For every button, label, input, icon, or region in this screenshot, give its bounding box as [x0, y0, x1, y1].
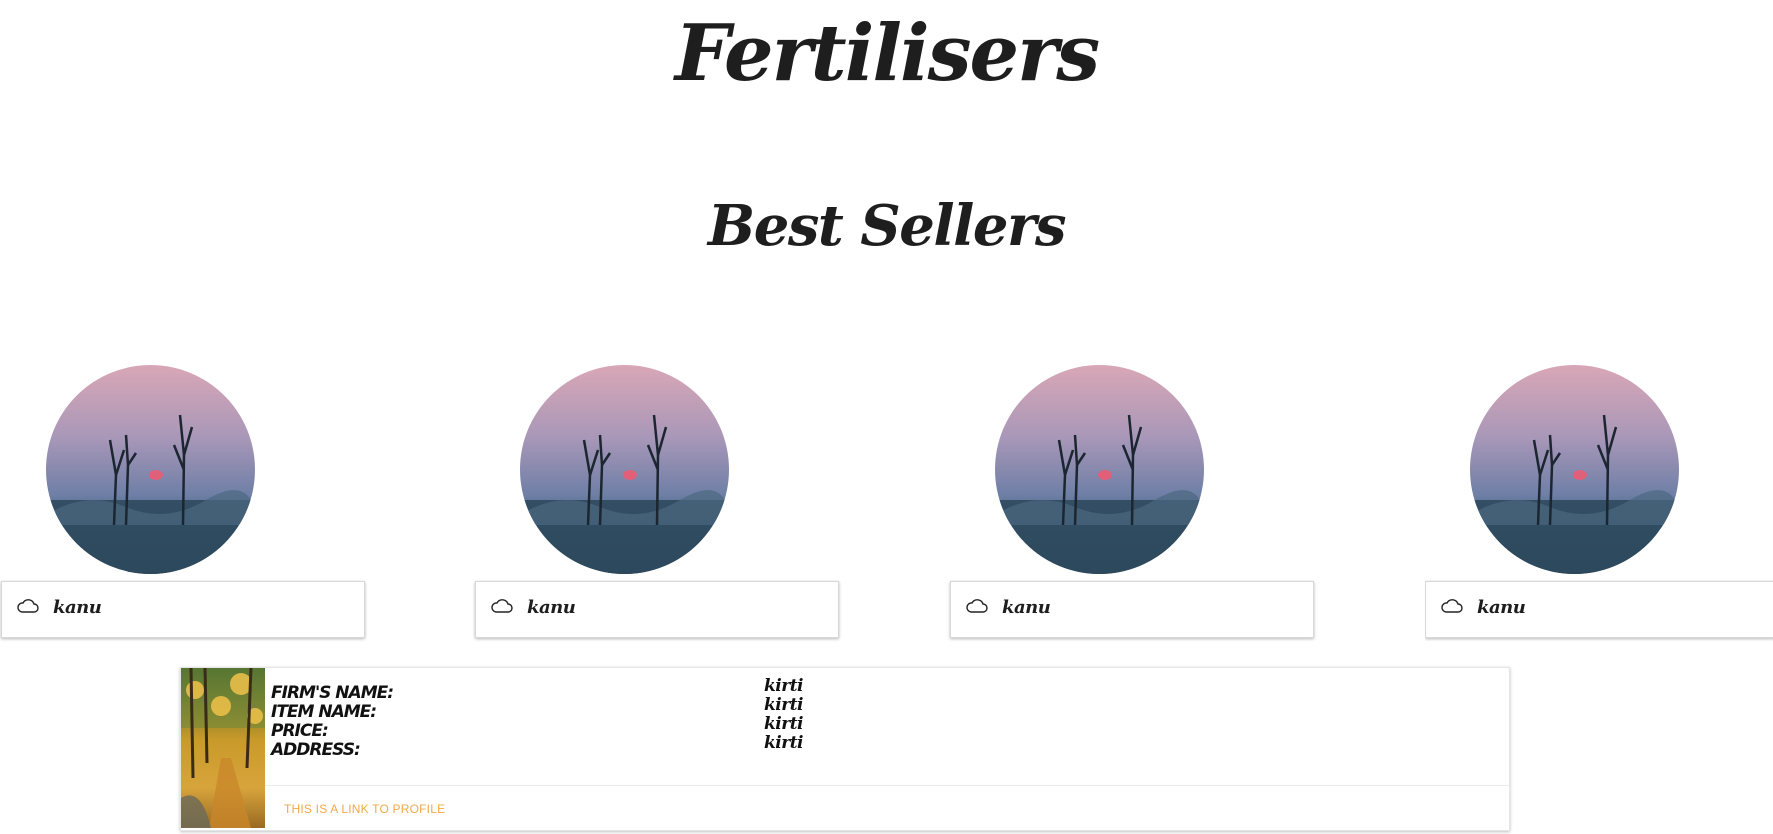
profile-labels: FIRM'S NAME: ITEM NAME: PRICE: ADDRESS:	[271, 684, 571, 760]
seller-image	[1470, 365, 1679, 574]
seller-image	[46, 365, 255, 574]
seller-name: kanu	[527, 597, 576, 618]
price-label: PRICE:	[271, 721, 329, 741]
best-seller-card[interactable]: kanu	[475, 365, 841, 641]
seller-caption[interactable]: kanu	[475, 581, 839, 638]
firm-name-value: kirti	[764, 676, 804, 696]
firm-name-label: FIRM'S NAME:	[271, 683, 394, 703]
seller-image	[995, 365, 1204, 574]
address-label: ADDRESS:	[271, 740, 361, 760]
price-value: kirti	[764, 714, 804, 734]
best-seller-card[interactable]: kanu	[1425, 365, 1773, 641]
seller-name: kanu	[1002, 597, 1051, 618]
cloud-icon	[491, 599, 513, 613]
page-title: Fertilisers	[674, 8, 1100, 99]
item-name-label: ITEM NAME:	[271, 702, 377, 722]
profile-image	[181, 668, 265, 828]
profile-values: kirti kirti kirti kirti	[764, 677, 884, 753]
item-name-value: kirti	[764, 695, 804, 715]
profile-link[interactable]: THIS IS A LINK TO PROFILE	[284, 801, 445, 817]
seller-caption[interactable]: kanu	[1425, 581, 1773, 638]
seller-name: kanu	[1477, 597, 1526, 618]
cloud-icon	[1441, 599, 1463, 613]
seller-name: kanu	[53, 597, 102, 618]
profile-card: FIRM'S NAME: ITEM NAME: PRICE: ADDRESS: …	[180, 667, 1510, 831]
best-seller-card[interactable]: kanu	[1, 365, 367, 641]
seller-caption[interactable]: kanu	[950, 581, 1314, 638]
seller-caption[interactable]: kanu	[1, 581, 365, 638]
best-seller-card[interactable]: kanu	[950, 365, 1316, 641]
address-value: kirti	[764, 733, 804, 753]
cloud-icon	[17, 599, 39, 613]
seller-image	[520, 365, 729, 574]
divider	[265, 785, 1509, 786]
cloud-icon	[966, 599, 988, 613]
best-sellers-heading: Best Sellers	[707, 193, 1067, 259]
